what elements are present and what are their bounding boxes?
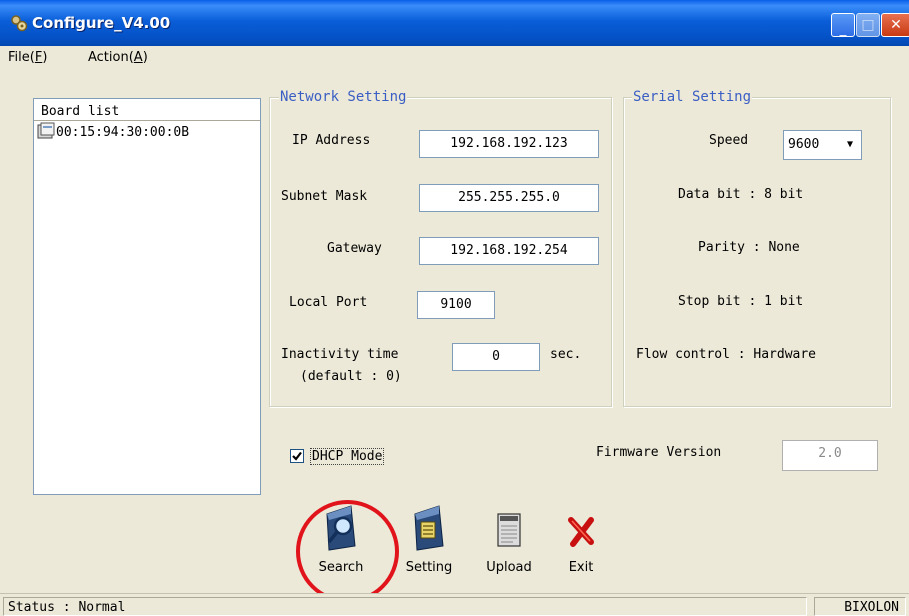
firmware-version-field: 2.0 [782,440,878,471]
board-device-icon [37,122,55,139]
speed-select[interactable]: 9600 ▼ [783,130,862,160]
inactivity-time-field[interactable]: 0 [452,343,540,371]
inactivity-time-label: Inactivity time [281,347,399,362]
checkmark-icon [292,451,302,461]
close-button[interactable]: ✕ [881,13,909,37]
exit-button[interactable]: Exit [558,502,604,575]
subnet-mask-label: Subnet Mask [281,189,368,204]
upload-button[interactable]: Upload [480,502,538,575]
parity-label: Parity : None [698,240,800,255]
title-bar[interactable]: Configure_V4.00 _ □ ✕ [0,0,909,46]
chevron-down-icon[interactable]: ▼ [841,133,859,157]
setting-button-label: Setting [405,560,453,575]
close-icon: ✕ [890,17,902,33]
minimize-icon: _ [839,21,847,37]
ip-address-field[interactable]: 192.168.192.123 [419,130,599,158]
flow-control-label: Flow control : Hardware [636,347,817,362]
dhcp-mode-checkbox[interactable] [290,449,304,463]
upload-button-label: Upload [486,560,532,575]
dhcp-mode-label[interactable]: DHCP Mode [310,448,385,465]
gateway-label: Gateway [327,241,382,256]
gateway-field[interactable]: 192.168.192.254 [419,237,599,265]
setting-button[interactable]: Setting [398,502,460,575]
search-icon [326,505,356,551]
firmware-version-label: Firmware Version [596,445,722,460]
minimize-button[interactable]: _ [831,13,855,37]
status-brand: BIXOLON [814,597,906,616]
local-port-field[interactable]: 9100 [417,291,495,319]
app-gear-icon [11,15,28,32]
maximize-button[interactable]: □ [856,13,880,37]
board-list-item[interactable]: 00:15:94:30:00:0B [34,122,189,142]
maximize-icon: □ [861,17,875,33]
status-bar: Status : Normal BIXOLON [0,593,909,616]
stop-bit-label: Stop bit : 1 bit [678,294,804,309]
local-port-label: Local Port [289,295,368,310]
inactivity-default-label: (default : 0) [300,369,402,384]
setting-icon [414,505,444,551]
data-bit-label: Data bit : 8 bit [678,187,804,202]
status-text: Status : Normal [3,597,807,616]
ip-address-label: IP Address [292,133,371,148]
exit-button-label: Exit [568,560,594,575]
board-list-header[interactable]: Board list [34,99,260,121]
inactivity-unit-label: sec. [550,347,582,362]
menu-action[interactable]: Action(A) [88,50,148,65]
serial-setting-title: Serial Setting [632,89,753,105]
speed-value: 9600 [788,137,820,152]
search-button-label: Search [318,560,364,575]
speed-label: Speed [709,133,749,148]
search-button[interactable]: Search [311,502,371,575]
subnet-mask-field[interactable]: 255.255.255.0 [419,184,599,212]
upload-icon [497,513,521,547]
board-list[interactable]: Board list 00:15:94:30:00:0B [33,98,261,495]
exit-icon [568,517,594,547]
window-title: Configure_V4.00 [32,14,171,32]
network-setting-title: Network Setting [279,89,408,105]
menu-file[interactable]: File(F) [8,50,47,65]
board-mac-label: 00:15:94:30:00:0B [56,125,190,140]
app-window: Configure_V4.00 _ □ ✕ File(F) Action(A) … [0,0,909,616]
